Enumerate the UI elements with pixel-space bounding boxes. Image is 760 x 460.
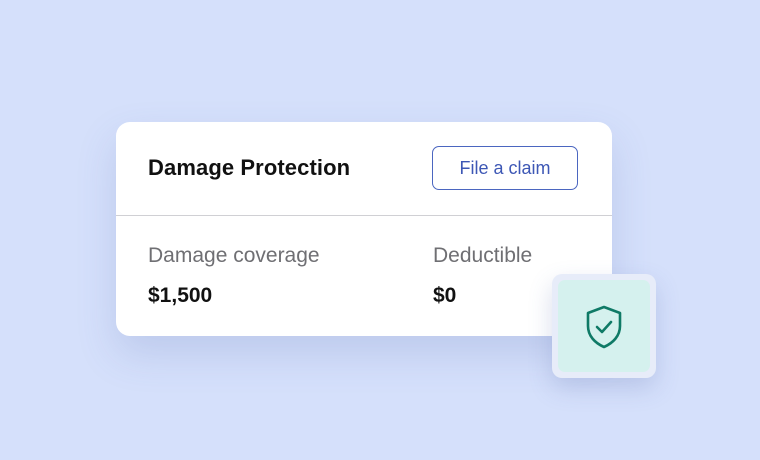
card-header: Damage Protection File a claim (116, 122, 612, 216)
page-background: { "card": { "title": "Damage Protection"… (0, 0, 760, 460)
deductible-value: $0 (433, 284, 457, 307)
file-claim-button[interactable]: File a claim (432, 146, 578, 190)
shield-badge-inner (558, 280, 650, 372)
damage-coverage-label: Damage coverage (148, 244, 320, 267)
shield-badge (552, 274, 656, 378)
shield-check-icon (586, 305, 622, 349)
damage-protection-card: Damage Protection File a claim Damage co… (116, 122, 612, 336)
card-title: Damage Protection (148, 155, 351, 180)
deductible-label: Deductible (433, 244, 533, 267)
damage-coverage-value: $1,500 (148, 284, 213, 307)
